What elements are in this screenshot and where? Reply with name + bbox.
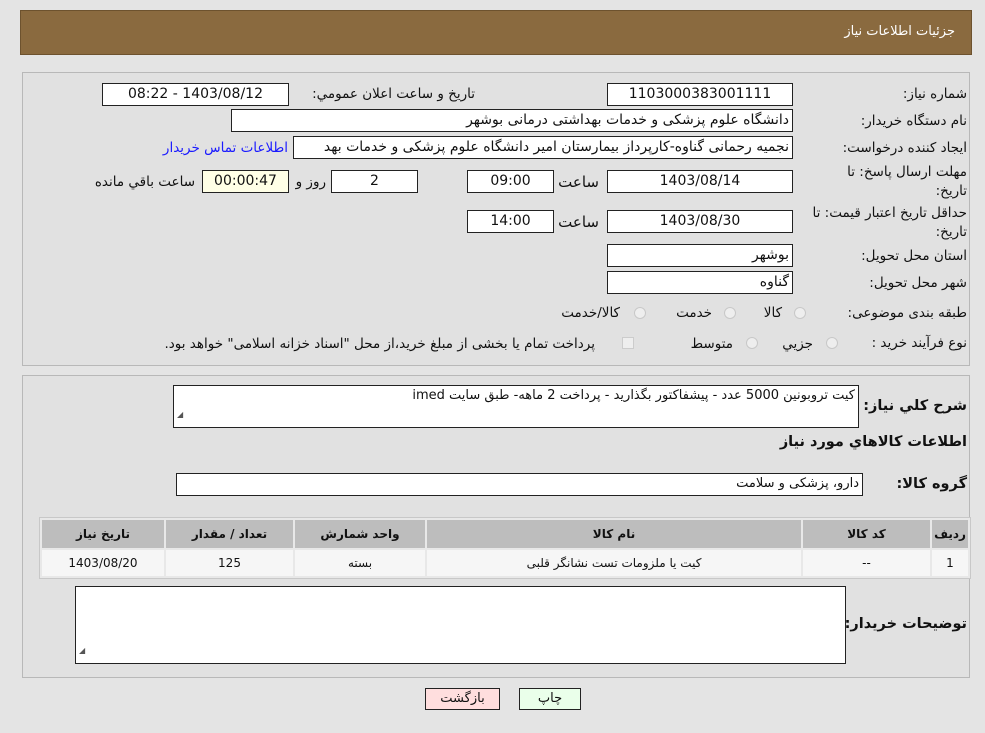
description-text: کیت تروبونین 5000 عدد - پیشفاکتور بگذاری… — [412, 388, 855, 403]
category-radio-goods[interactable] — [794, 307, 806, 319]
remaining-time-field: 00:00:47 — [202, 170, 289, 193]
days-field[interactable]: 2 — [331, 170, 418, 193]
col-date: تاریخ نیاز — [42, 520, 164, 548]
print-button[interactable]: چاپ — [519, 688, 581, 710]
deadline-date-field[interactable]: 1403/08/14 — [607, 170, 793, 193]
cell-unit: بسته — [295, 550, 425, 576]
purchase-radio-medium[interactable] — [746, 337, 758, 349]
need-number-label: شماره نیاز: — [902, 86, 967, 102]
goods-table-wrap: ردیف کد کالا نام کالا واحد شمارش تعداد /… — [39, 517, 971, 579]
deadline-time-label: ساعت — [558, 173, 599, 191]
cell-qty: 125 — [166, 550, 293, 576]
validity-date-field[interactable]: 1403/08/30 — [607, 210, 793, 233]
remaining-label: ساعت باقي مانده — [94, 174, 195, 190]
province-label: استان محل تحویل: — [861, 248, 967, 264]
col-unit: واحد شمارش — [295, 520, 425, 548]
buyer-notes-textarea[interactable]: ◢ — [75, 586, 846, 664]
group-label: گروه کالا: — [896, 476, 967, 492]
goods-table: ردیف کد کالا نام کالا واحد شمارش تعداد /… — [40, 518, 970, 578]
purchase-radio-minor[interactable] — [826, 337, 838, 349]
validity-label: حداقل تاریخ اعتبار قیمت: تا — [812, 205, 967, 221]
description-textarea[interactable]: کیت تروبونین 5000 عدد - پیشفاکتور بگذاری… — [173, 385, 859, 428]
treasury-checkbox[interactable] — [622, 337, 634, 349]
validity-time-label: ساعت — [558, 213, 599, 231]
province-field[interactable]: بوشهر — [607, 244, 793, 267]
table-row: 1 -- کیت یا ملزومات تست نشانگر قلبی بسته… — [42, 550, 968, 576]
col-code: کد کالا — [803, 520, 930, 548]
notes-label: توضیحات خریدار: — [844, 616, 967, 632]
purchase-note: پرداخت تمام یا بخشی از مبلغ خرید،از محل … — [164, 336, 595, 352]
announce-label: تاریخ و ساعت اعلان عمومي: — [312, 86, 475, 102]
purchase-type-label: نوع فرآیند خرید : — [871, 335, 967, 351]
page-header: جزئیات اطلاعات نیاز — [20, 10, 972, 55]
days-label: روز و — [295, 174, 326, 190]
buyer-field[interactable]: دانشگاه علوم پزشکی و خدمات بهداشتی درمان… — [231, 109, 793, 132]
purchase-option-minor: جزيي — [782, 336, 813, 352]
deadline-time-field[interactable]: 09:00 — [467, 170, 554, 193]
description-label: شرح کلي نياز: — [863, 398, 967, 414]
city-label: شهر محل تحویل: — [869, 275, 967, 291]
col-name: نام کالا — [427, 520, 801, 548]
validity-label-2: تاریخ: — [935, 224, 967, 240]
cell-row: 1 — [932, 550, 968, 576]
deadline-label: مهلت ارسال پاسخ: تا — [847, 164, 967, 180]
need-number-field[interactable]: 1103000383001111 — [607, 83, 793, 106]
category-radio-service[interactable] — [724, 307, 736, 319]
category-option-both: کالا/خدمت — [561, 305, 620, 321]
goods-section-title: اطلاعات کالاهاي مورد نياز — [779, 434, 967, 450]
cell-name: کیت یا ملزومات تست نشانگر قلبی — [427, 550, 801, 576]
group-field[interactable]: دارو، پزشکی و سلامت — [176, 473, 863, 496]
resize-grip-icon[interactable]: ◢ — [177, 405, 183, 425]
announce-field[interactable]: 1403/08/12 - 08:22 — [102, 83, 289, 106]
cell-date: 1403/08/20 — [42, 550, 164, 576]
cell-code: -- — [803, 550, 930, 576]
deadline-label-2: تاریخ: — [935, 183, 967, 199]
contact-buyer-link[interactable]: اطلاعات تماس خریدار — [163, 140, 288, 156]
city-field[interactable]: گناوه — [607, 271, 793, 294]
category-option-goods: کالا — [763, 305, 782, 321]
category-option-service: خدمت — [676, 305, 712, 321]
page-title: جزئیات اطلاعات نیاز — [844, 24, 955, 39]
col-row: ردیف — [932, 520, 968, 548]
col-qty: تعداد / مقدار — [166, 520, 293, 548]
table-header-row: ردیف کد کالا نام کالا واحد شمارش تعداد /… — [42, 520, 968, 548]
creator-field[interactable]: نجمیه رحمانی گناوه-کارپرداز بیمارستان ام… — [293, 136, 793, 159]
back-button[interactable]: بازگشت — [425, 688, 500, 710]
validity-time-field[interactable]: 14:00 — [467, 210, 554, 233]
category-radio-both[interactable] — [634, 307, 646, 319]
buyer-label: نام دستگاه خریدار: — [860, 113, 967, 129]
creator-label: ایجاد کننده درخواست: — [842, 140, 967, 156]
category-label: طبقه بندی موضوعی: — [847, 305, 967, 321]
purchase-option-medium: متوسط — [690, 336, 733, 352]
resize-grip-icon[interactable]: ◢ — [79, 641, 85, 661]
